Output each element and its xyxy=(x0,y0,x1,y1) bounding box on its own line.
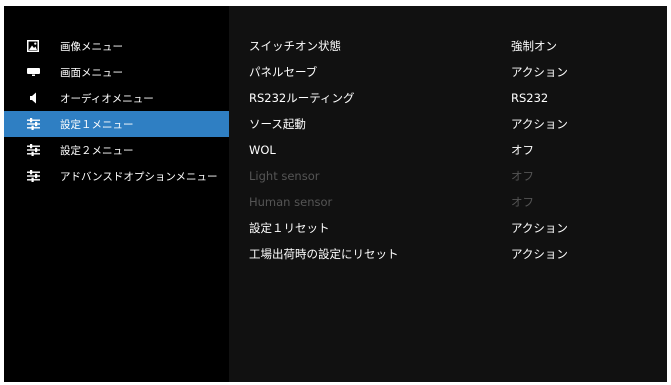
sidebar-item-advanced-option-menu[interactable]: アドバンスドオプションメニュー xyxy=(4,163,229,189)
sidebar-item-setting2-menu[interactable]: 設定２メニュー xyxy=(4,137,229,163)
settings-list: スイッチオン状態 強制オン パネルセーブ アクション RS232ルーティング R… xyxy=(229,33,667,267)
monitor-icon xyxy=(26,65,40,79)
sidebar-item-label: 画面メニュー xyxy=(60,66,123,79)
sidebar-item-picture-menu[interactable]: 画像メニュー xyxy=(4,33,229,59)
sidebar-item-setting1-menu[interactable]: 設定１メニュー xyxy=(4,111,229,137)
sliders-icon xyxy=(26,169,40,183)
setting-row-rs232-routing[interactable]: RS232ルーティング RS232 xyxy=(229,85,667,111)
setting-value: アクション xyxy=(511,247,568,261)
setting-row-light-sensor: Light sensor オフ xyxy=(229,163,667,189)
setting-value: オフ xyxy=(511,195,534,209)
settings-panel: スイッチオン状態 強制オン パネルセーブ アクション RS232ルーティング R… xyxy=(229,6,667,382)
menu-sidebar: 画像メニュー 画面メニュー オーディオメニュー 設定１メニュー 設定２メニュー … xyxy=(4,6,229,382)
speaker-icon xyxy=(26,91,40,105)
setting-name: 設定１リセット xyxy=(249,221,330,235)
setting-value: RS232 xyxy=(511,91,549,105)
picture-icon xyxy=(26,39,40,53)
setting-value: アクション xyxy=(511,117,568,131)
menu-list: 画像メニュー 画面メニュー オーディオメニュー 設定１メニュー 設定２メニュー … xyxy=(4,33,229,189)
sidebar-item-label: オーディオメニュー xyxy=(60,92,154,105)
sidebar-item-label: アドバンスドオプションメニュー xyxy=(60,170,218,183)
setting-row-switch-on-state[interactable]: スイッチオン状態 強制オン xyxy=(229,33,667,59)
sliders-icon xyxy=(26,117,40,131)
setting-value: 強制オン xyxy=(511,39,557,53)
setting-name: Light sensor xyxy=(249,169,320,183)
setting-row-source-boot[interactable]: ソース起動 アクション xyxy=(229,111,667,137)
setting-name: 工場出荷時の設定にリセット xyxy=(249,247,399,261)
sidebar-item-label: 設定１メニュー xyxy=(60,118,134,131)
setting-value: オフ xyxy=(511,143,534,157)
setting-value: アクション xyxy=(511,65,568,79)
sliders-icon xyxy=(26,143,40,157)
setting-name: WOL xyxy=(249,143,276,157)
sidebar-item-audio-menu[interactable]: オーディオメニュー xyxy=(4,85,229,111)
setting-name: スイッチオン状態 xyxy=(249,39,341,53)
osd-screen: 画像メニュー 画面メニュー オーディオメニュー 設定１メニュー 設定２メニュー … xyxy=(4,6,667,382)
setting-row-setting1-reset[interactable]: 設定１リセット アクション xyxy=(229,215,667,241)
sidebar-item-label: 設定２メニュー xyxy=(60,144,134,157)
setting-row-factory-reset[interactable]: 工場出荷時の設定にリセット アクション xyxy=(229,241,667,267)
sidebar-item-screen-menu[interactable]: 画面メニュー xyxy=(4,59,229,85)
setting-value: アクション xyxy=(511,221,568,235)
setting-row-human-sensor: Human sensor オフ xyxy=(229,189,667,215)
setting-name: RS232ルーティング xyxy=(249,91,355,105)
sidebar-item-label: 画像メニュー xyxy=(60,40,123,53)
setting-name: パネルセーブ xyxy=(249,65,318,79)
setting-name: Human sensor xyxy=(249,195,333,209)
setting-name: ソース起動 xyxy=(249,117,306,131)
setting-value: オフ xyxy=(511,169,534,183)
setting-row-panel-save[interactable]: パネルセーブ アクション xyxy=(229,59,667,85)
setting-row-wol[interactable]: WOL オフ xyxy=(229,137,667,163)
